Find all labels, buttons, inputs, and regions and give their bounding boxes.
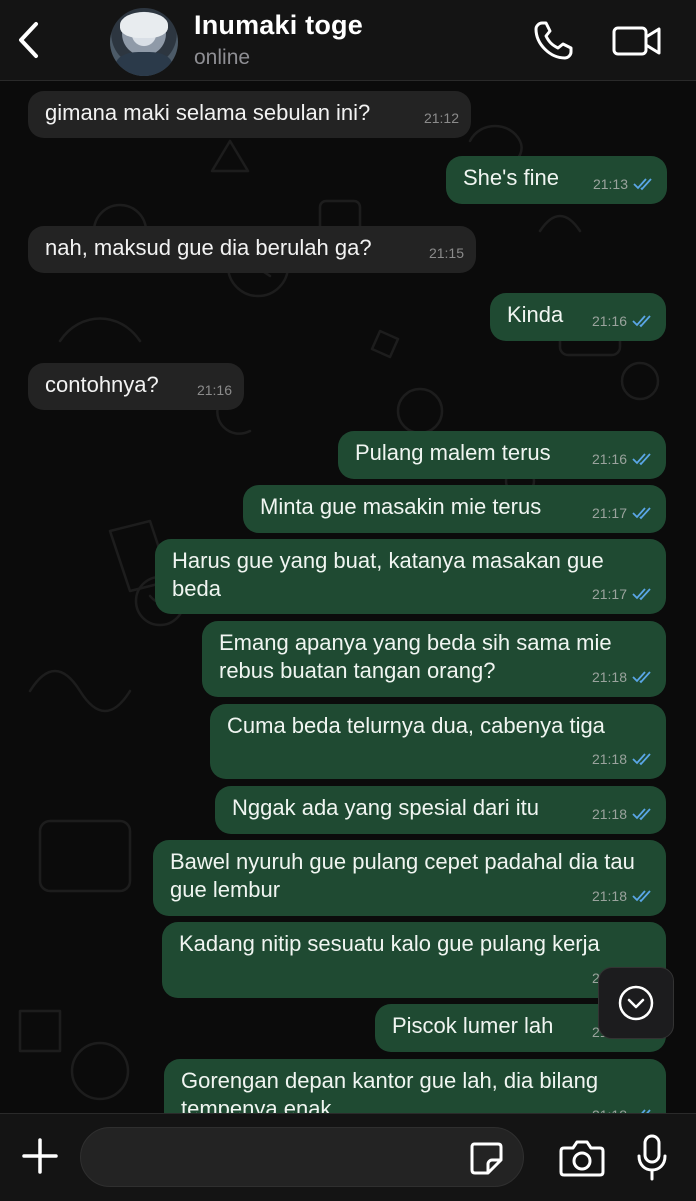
message-time: 21:12 bbox=[423, 110, 459, 126]
camera-button[interactable] bbox=[558, 1136, 606, 1180]
plus-icon bbox=[22, 1138, 58, 1174]
video-camera-icon bbox=[612, 26, 661, 56]
attach-button[interactable] bbox=[18, 1134, 62, 1178]
message-time: 21:16 bbox=[196, 382, 232, 398]
message-text: Nggak ada yang spesial dari itu bbox=[232, 795, 539, 820]
composer-bar bbox=[0, 1113, 696, 1201]
message-time: 21:18 bbox=[591, 751, 627, 767]
message-time: 21:18 bbox=[591, 669, 627, 685]
message-time: 21:18 bbox=[591, 888, 627, 904]
read-ticks-icon bbox=[632, 671, 651, 684]
read-ticks-icon bbox=[632, 453, 651, 466]
message-meta: 21:17 bbox=[592, 580, 654, 608]
camera-icon bbox=[559, 1140, 605, 1177]
read-ticks-icon bbox=[632, 753, 651, 766]
message-text: gimana maki selama sebulan ini? bbox=[45, 100, 371, 125]
message-bubble-outgoing[interactable]: Emang apanya yang beda sih sama mie rebu… bbox=[202, 621, 666, 697]
message-bubble-incoming[interactable]: contohnya? 21:16 bbox=[28, 363, 244, 410]
chevron-down-icon bbox=[618, 985, 654, 1021]
message-bubble-outgoing[interactable]: Harus gue yang buat, katanya masakan gue… bbox=[155, 539, 666, 614]
sticker-icon bbox=[470, 1142, 503, 1175]
message-meta: 21:18 bbox=[592, 745, 654, 773]
message-time: 21:18 bbox=[592, 1101, 627, 1113]
message-text: Emang apanya yang beda sih sama mie rebu… bbox=[219, 630, 612, 683]
message-text: nah, maksud gue dia berulah ga? bbox=[45, 235, 372, 260]
message-bubble-outgoing[interactable]: Minta gue masakin mie terus 21:17 bbox=[243, 485, 666, 533]
message-text: Cuma beda telurnya dua, cabenya tiga bbox=[227, 713, 605, 738]
microphone-icon bbox=[637, 1134, 667, 1181]
message-bubble-outgoing[interactable]: Kadang nitip sesuatu kalo gue pulang ker… bbox=[162, 922, 666, 998]
message-meta: 21:16 bbox=[197, 376, 232, 404]
avatar[interactable] bbox=[110, 8, 178, 76]
message-text: Harus gue yang buat, katanya masakan gue… bbox=[172, 548, 604, 601]
message-meta: 21:17 bbox=[592, 499, 654, 527]
message-bubble-outgoing[interactable]: Bawel nyuruh gue pulang cepet padahal di… bbox=[153, 840, 666, 916]
message-meta: 21:18 bbox=[592, 663, 654, 691]
message-time: 21:17 bbox=[591, 505, 627, 521]
message-time: 21:13 bbox=[592, 176, 628, 192]
message-bubble-outgoing[interactable]: Pulang malem terus 21:16 bbox=[338, 431, 666, 479]
message-meta: 21:16 bbox=[592, 307, 654, 335]
read-ticks-icon bbox=[632, 507, 651, 520]
message-bubble-outgoing[interactable]: Kinda 21:16 bbox=[490, 293, 666, 341]
message-time: 21:15 bbox=[428, 245, 464, 261]
message-time: 21:16 bbox=[591, 313, 627, 329]
message-text: Kadang nitip sesuatu kalo gue pulang ker… bbox=[179, 931, 600, 956]
message-meta: 21:13 bbox=[593, 170, 655, 198]
read-ticks-icon bbox=[633, 178, 652, 191]
read-ticks-icon bbox=[632, 315, 651, 328]
message-bubble-incoming[interactable]: gimana maki selama sebulan ini? 21:12 bbox=[28, 91, 471, 138]
video-call-button[interactable] bbox=[610, 18, 664, 64]
message-bubble-outgoing[interactable]: Nggak ada yang spesial dari itu 21:18 bbox=[215, 786, 666, 834]
scroll-to-bottom-button[interactable] bbox=[598, 967, 674, 1039]
message-meta: 21:12 bbox=[424, 104, 459, 132]
message-text: Bawel nyuruh gue pulang cepet padahal di… bbox=[170, 849, 635, 902]
message-input[interactable] bbox=[80, 1127, 524, 1187]
contact-name[interactable]: Inumaki toge bbox=[194, 10, 363, 41]
message-meta: 21:18 bbox=[592, 882, 654, 910]
voice-call-button[interactable] bbox=[530, 18, 576, 64]
contact-status: online bbox=[194, 46, 251, 69]
sticker-button[interactable] bbox=[466, 1138, 506, 1178]
read-ticks-icon bbox=[632, 588, 651, 601]
message-bubble-outgoing[interactable]: Gorengan depan kantor gue lah, dia bilan… bbox=[164, 1059, 666, 1113]
message-bubble-outgoing[interactable]: Cuma beda telurnya dua, cabenya tiga 21:… bbox=[210, 704, 666, 779]
message-bubble-incoming[interactable]: nah, maksud gue dia berulah ga? 21:15 bbox=[28, 226, 476, 273]
message-meta: 21:16 bbox=[592, 445, 654, 473]
back-button[interactable] bbox=[12, 18, 48, 62]
message-bubble-outgoing[interactable]: She's fine 21:13 bbox=[446, 156, 667, 204]
message-meta: 21:18 bbox=[592, 800, 654, 828]
microphone-button[interactable] bbox=[634, 1132, 670, 1184]
chat-header: Inumaki toge online bbox=[0, 0, 696, 81]
message-time: 21:18 bbox=[591, 806, 627, 822]
message-time: 21:16 bbox=[591, 451, 627, 467]
phone-icon bbox=[534, 21, 573, 60]
message-time: 21:17 bbox=[591, 586, 627, 602]
read-ticks-icon bbox=[632, 808, 651, 821]
message-meta: 21:18 bbox=[592, 1101, 654, 1113]
message-meta: 21:15 bbox=[429, 239, 464, 267]
read-ticks-icon bbox=[632, 890, 651, 903]
message-list[interactable]: gimana maki selama sebulan ini? 21:12 Sh… bbox=[0, 81, 696, 1113]
message-text: Gorengan depan kantor gue lah, dia bilan… bbox=[181, 1068, 599, 1113]
chevron-left-icon bbox=[19, 22, 38, 58]
